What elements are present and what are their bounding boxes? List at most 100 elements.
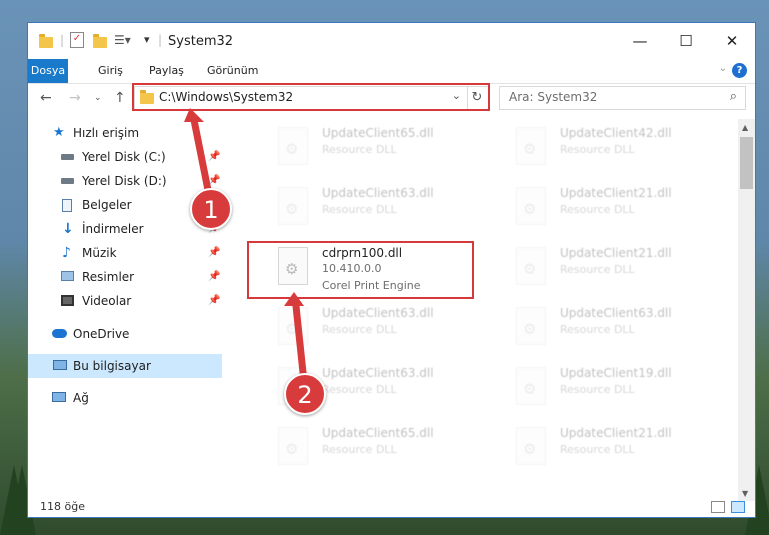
file-item[interactable]: UpdateClient65.dll Resource DLL	[274, 123, 504, 179]
file-item[interactable]: UpdateClient65.dll Resource DLL	[274, 423, 504, 479]
item-count: 118 öğe	[40, 500, 85, 513]
file-name: UpdateClient63.dll	[322, 186, 434, 200]
properties-icon[interactable]: ✓	[70, 32, 84, 48]
forward-icon[interactable]: →	[69, 90, 81, 106]
file-type: Resource DLL	[322, 143, 397, 156]
sidebar-item-this-pc[interactable]: Bu bilgisayar	[28, 354, 222, 378]
file-name: UpdateClient21.dll	[560, 246, 672, 260]
window-title: System32	[168, 34, 234, 49]
search-input[interactable]: Ara: System32 ⌕	[499, 86, 746, 110]
pin-icon[interactable]: 📌	[208, 289, 220, 313]
dll-file-icon	[516, 247, 546, 285]
qa-view-icon[interactable]: ☰▾	[114, 33, 131, 47]
sidebar-item-label: Müzik	[82, 246, 117, 260]
file-name: UpdateClient21.dll	[560, 186, 672, 200]
sidebar-item-label: OneDrive	[73, 327, 130, 341]
network-icon	[52, 392, 66, 402]
up-icon[interactable]: ↑	[114, 90, 126, 106]
file-name: UpdateClient19.dll	[560, 366, 672, 380]
dll-file-icon	[278, 427, 308, 465]
sidebar-item-onedrive[interactable]: OneDrive	[28, 322, 222, 346]
file-type: Resource DLL	[322, 383, 397, 396]
file-type: Resource DLL	[560, 143, 635, 156]
help-icon[interactable]: ?	[732, 63, 747, 78]
expand-ribbon-icon[interactable]: ⌄	[719, 63, 727, 74]
file-item[interactable]: UpdateClient19.dll Resource DLL	[512, 363, 742, 419]
dll-file-icon	[516, 427, 546, 465]
file-item[interactable]: UpdateClient42.dll Resource DLL	[512, 123, 742, 179]
file-name: UpdateClient63.dll	[322, 306, 434, 320]
separator: |	[60, 33, 65, 47]
sidebar-item-label: İndirmeler	[82, 222, 144, 236]
file-item[interactable]: UpdateClient21.dll Resource DLL	[512, 183, 742, 239]
sidebar-item-pictures[interactable]: Resimler 📌	[28, 265, 222, 289]
new-folder-icon[interactable]	[93, 34, 107, 48]
file-item[interactable]: UpdateClient21.dll Resource DLL	[512, 243, 742, 299]
file-type: Resource DLL	[322, 443, 397, 456]
sidebar-item-label: Yerel Disk (C:)	[82, 150, 166, 164]
tab-share[interactable]: Paylaş	[141, 59, 192, 83]
sidebar-item-network[interactable]: Ağ	[28, 386, 222, 410]
close-button[interactable]: ✕	[709, 27, 755, 55]
scroll-thumb[interactable]	[740, 137, 753, 189]
minimize-button[interactable]: —	[617, 27, 663, 55]
dll-file-icon	[516, 187, 546, 225]
file-name: UpdateClient65.dll	[322, 126, 434, 140]
star-icon: ★	[53, 125, 65, 140]
dll-file-icon	[278, 187, 308, 225]
pin-icon[interactable]: 📌	[208, 265, 220, 289]
sidebar-item-videos[interactable]: Videolar 📌	[28, 289, 222, 313]
sidebar-item-music[interactable]: ♪ Müzik 📌	[28, 241, 222, 265]
pin-icon[interactable]: 📌	[208, 241, 220, 265]
scroll-down-icon[interactable]: ▼	[742, 489, 748, 498]
file-type: Resource DLL	[560, 443, 635, 456]
pictures-icon	[61, 271, 74, 281]
back-icon[interactable]: ←	[40, 90, 52, 106]
recent-locations-icon[interactable]: ⌄	[94, 93, 102, 103]
cloud-icon	[52, 329, 67, 338]
file-type: Resource DLL	[322, 203, 397, 216]
sidebar-item-label: Hızlı erişim	[73, 126, 140, 140]
folder-icon	[39, 34, 53, 48]
file-name: UpdateClient63.dll	[322, 366, 434, 380]
explorer-window: | ✓ ☰▾ ▾ | System32 — ☐ ✕ Dosya Giriş Pa…	[27, 22, 756, 518]
maximize-button[interactable]: ☐	[663, 27, 709, 55]
file-type: Resource DLL	[560, 323, 635, 336]
search-placeholder: Ara: System32	[509, 90, 598, 104]
qa-customize-icon[interactable]: ▾	[144, 33, 150, 46]
vertical-scrollbar[interactable]: ▲ ▼	[738, 119, 755, 501]
callout-badge-1: 1	[190, 188, 232, 230]
large-icons-view-icon[interactable]	[731, 501, 745, 513]
file-name: UpdateClient42.dll	[560, 126, 672, 140]
dll-file-icon	[516, 307, 546, 345]
music-icon: ♪	[62, 245, 71, 261]
file-highlight-box	[247, 241, 474, 299]
sidebar-item-label: Yerel Disk (D:)	[82, 174, 167, 188]
videos-icon	[61, 295, 74, 306]
tab-view[interactable]: Görünüm	[199, 59, 266, 83]
sidebar-item-label: Ağ	[73, 391, 89, 405]
title-bar: | ✓ ☰▾ ▾ | System32 — ☐ ✕	[28, 23, 755, 59]
ribbon-tabs: Dosya Giriş Paylaş Görünüm ⌄ ?	[28, 59, 755, 84]
details-view-icon[interactable]	[711, 501, 725, 513]
file-item[interactable]: UpdateClient21.dll Resource DLL	[512, 423, 742, 479]
file-name: UpdateClient65.dll	[322, 426, 434, 440]
file-type: Resource DLL	[322, 323, 397, 336]
search-icon: ⌕	[729, 89, 737, 104]
file-type: Resource DLL	[560, 203, 635, 216]
dll-file-icon	[278, 127, 308, 165]
tab-file[interactable]: Dosya	[28, 59, 68, 83]
file-type: Resource DLL	[560, 383, 635, 396]
computer-icon	[53, 360, 67, 370]
drive-icon	[61, 154, 74, 160]
sidebar-item-label: Videolar	[82, 294, 132, 308]
dll-file-icon	[516, 367, 546, 405]
file-item[interactable]: UpdateClient63.dll Resource DLL	[274, 183, 504, 239]
sidebar-item-label: Belgeler	[82, 198, 132, 212]
file-name: UpdateClient63.dll	[560, 306, 672, 320]
separator: |	[158, 33, 163, 47]
scroll-up-icon[interactable]: ▲	[742, 123, 748, 132]
file-item[interactable]: UpdateClient63.dll Resource DLL	[512, 303, 742, 359]
tab-home[interactable]: Giriş	[90, 59, 131, 83]
file-type: Resource DLL	[560, 263, 635, 276]
